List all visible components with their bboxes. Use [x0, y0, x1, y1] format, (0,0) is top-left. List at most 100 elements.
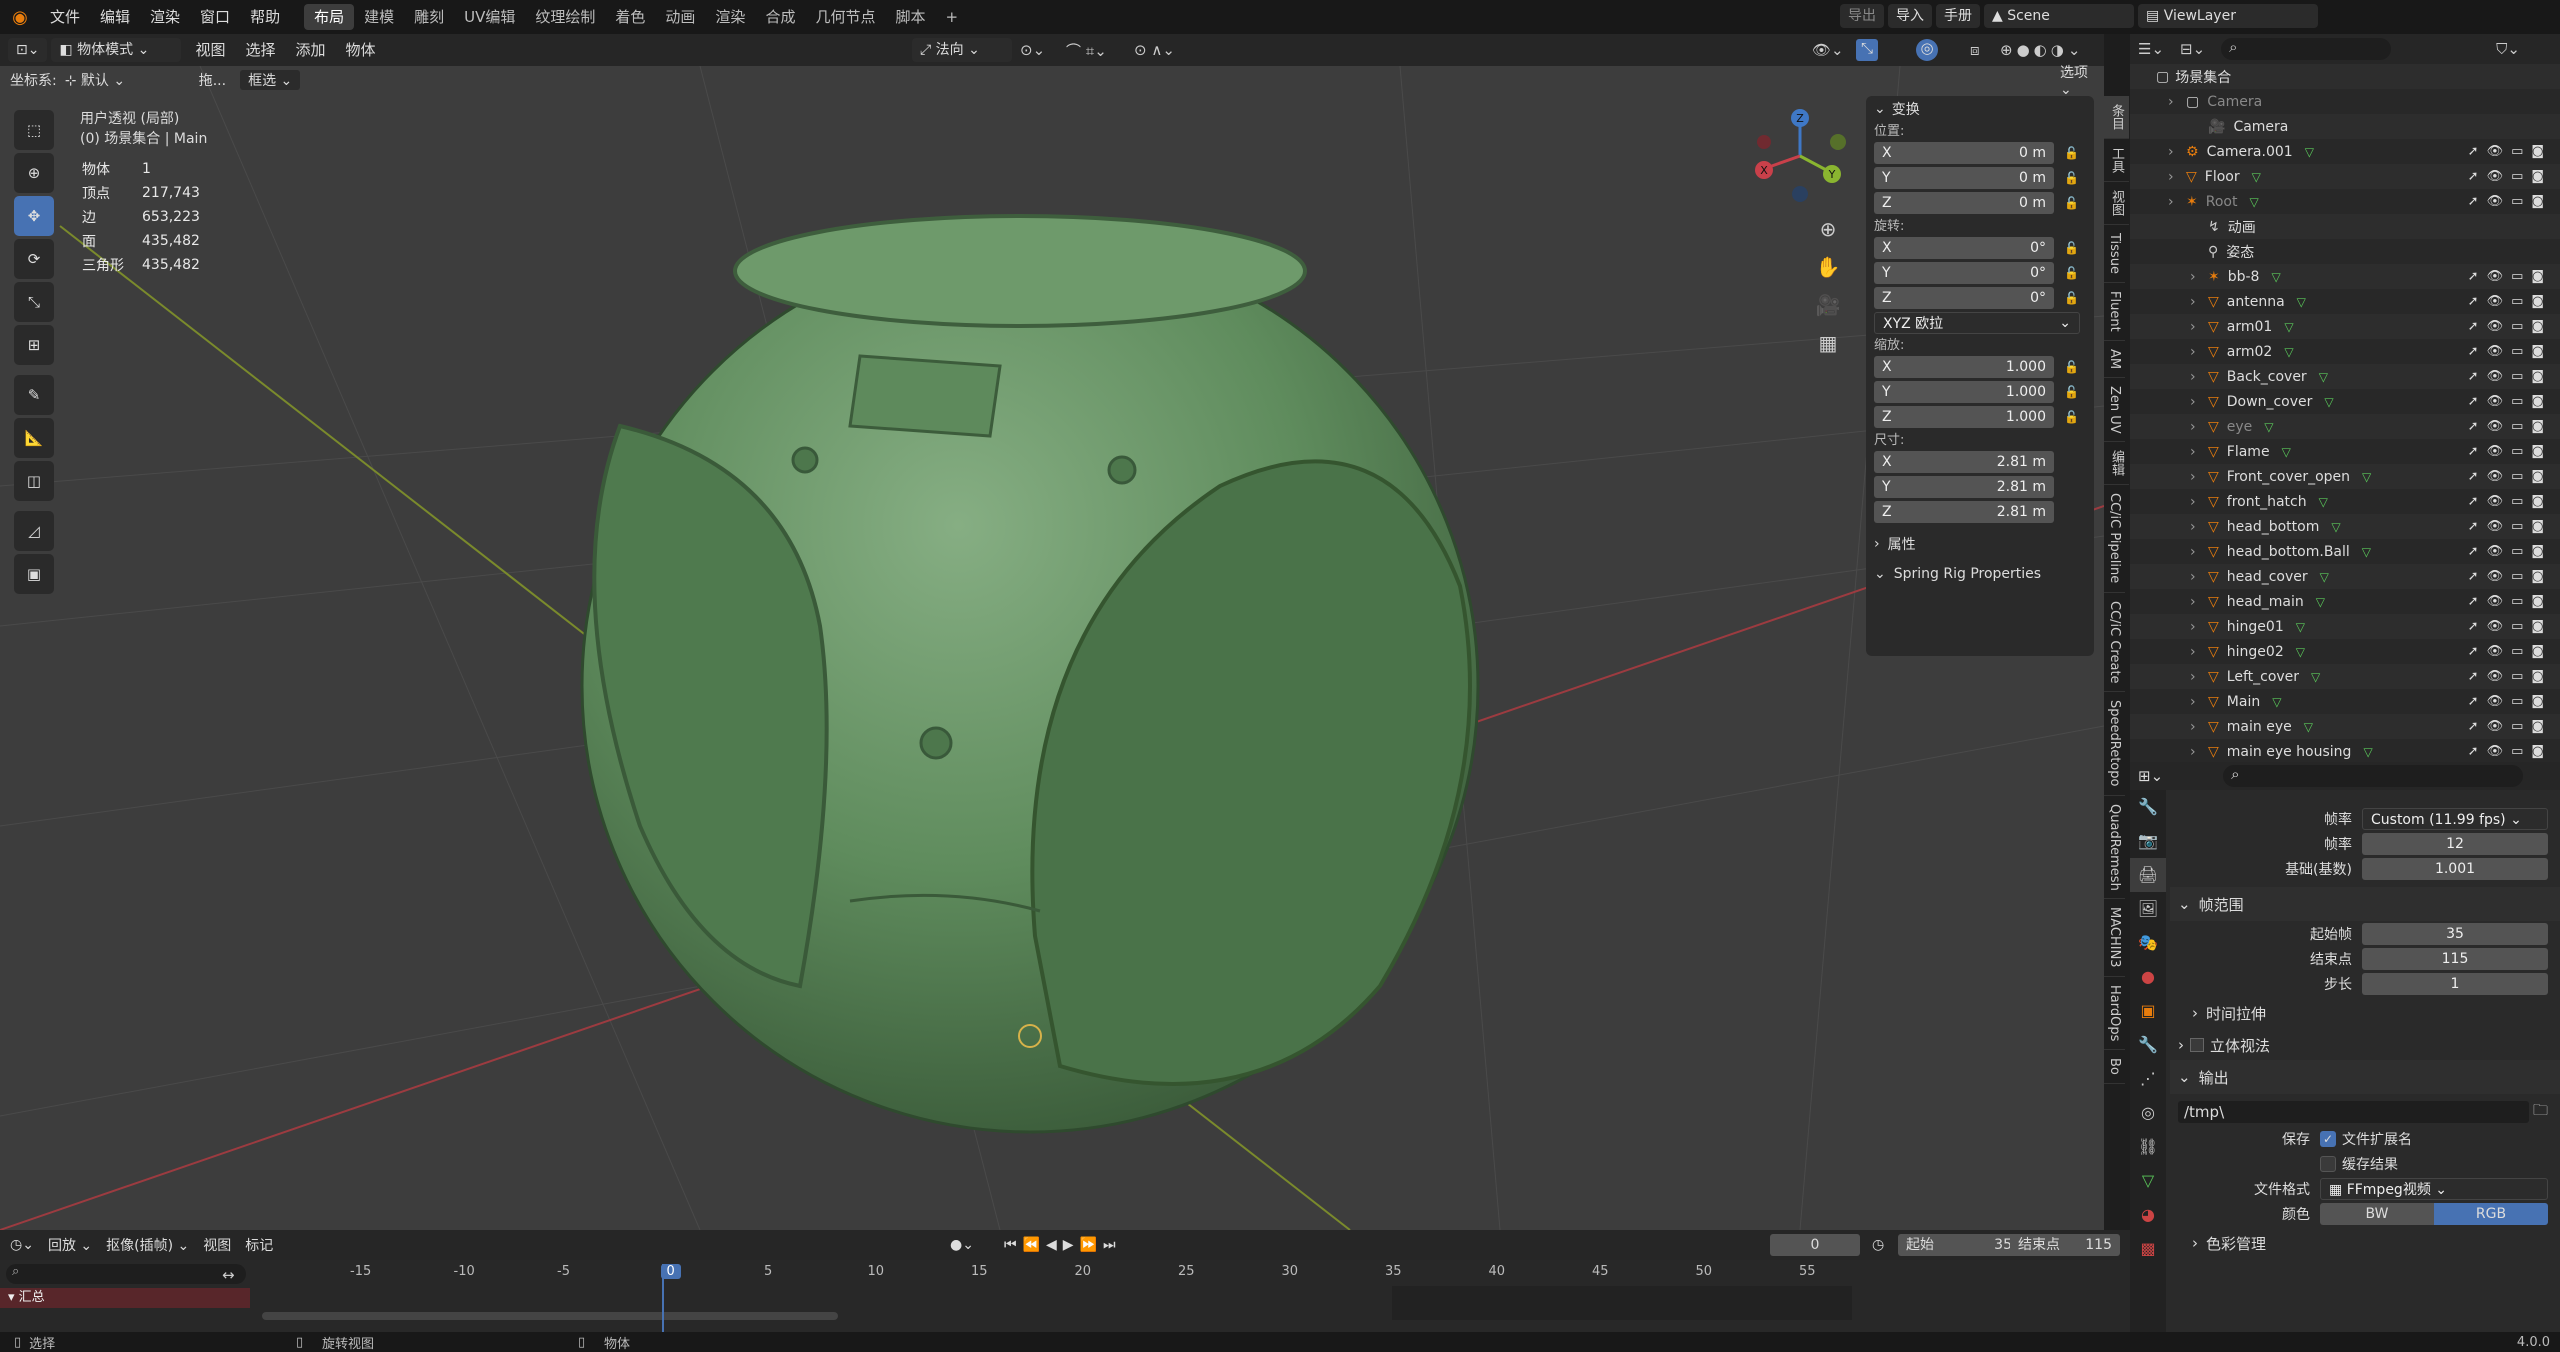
sidebar-tab[interactable]: Zen UV [2104, 378, 2125, 443]
select-arrow-icon[interactable]: ➚ [2468, 669, 2487, 684]
sidebar-tab[interactable]: 条目 [2104, 96, 2129, 139]
select-arrow-icon[interactable]: ➚ [2468, 694, 2487, 709]
camera-render-icon[interactable]: ◙ [2531, 744, 2552, 759]
output-title[interactable]: 输出 [2199, 1067, 2229, 1088]
monitor-icon[interactable]: ▭ [2511, 144, 2531, 159]
select-arrow-icon[interactable]: ➚ [2468, 719, 2487, 734]
monitor-icon[interactable]: ▭ [2511, 344, 2531, 359]
drag-dropdown[interactable]: 拖... [199, 70, 226, 90]
expand-arrow-icon[interactable]: › [2190, 594, 2204, 610]
workspace-tab[interactable]: 脚本 [885, 4, 935, 30]
eye-icon[interactable]: 👁 [2487, 469, 2512, 484]
editor-type-icon[interactable]: ⊡⌄ [8, 38, 48, 62]
eye-icon[interactable]: 👁 [2487, 369, 2512, 384]
select-arrow-icon[interactable]: ➚ [2468, 594, 2487, 609]
sidebar-tab[interactable]: Bo [2104, 1050, 2125, 1085]
scale-field[interactable]: X 1.000 [1874, 356, 2054, 378]
monitor-icon[interactable]: ▭ [2511, 669, 2531, 684]
workspace-tab[interactable]: 动画 [655, 4, 705, 30]
camera-render-icon[interactable]: ◙ [2531, 494, 2552, 509]
camera-render-icon[interactable]: ◙ [2531, 294, 2552, 309]
lock-icon[interactable]: 🔓 [2064, 360, 2079, 374]
eye-icon[interactable]: 👁 [2487, 594, 2512, 609]
expand-arrow-icon[interactable]: › [2190, 744, 2204, 760]
outliner-row[interactable]: › ▽ Floor ➚👁▭◙ ▽ [2130, 164, 2560, 189]
monitor-icon[interactable]: ▭ [2511, 294, 2531, 309]
outliner-row[interactable]: › ▽ hinge02 ➚👁▭◙ ▽ [2130, 639, 2560, 664]
lock-icon[interactable]: 🔓 [2064, 241, 2079, 255]
monitor-icon[interactable]: ▭ [2511, 419, 2531, 434]
3d-viewport[interactable]: ⬚ ⊕ ✥ ⟳ ⤡ ⊞ ✎ 📐 ◫ ◿ ▣ 用户透视 (局部) (0) 场景集合… [0, 66, 2104, 1230]
rotate-tool-icon[interactable]: ⟳ [14, 239, 54, 279]
camera-render-icon[interactable]: ◙ [2531, 519, 2552, 534]
output-path-field[interactable]: /tmp\ [2178, 1101, 2529, 1123]
expand-arrow-icon[interactable]: › [2190, 294, 2204, 310]
pan-hand-icon[interactable]: ✋ [1812, 248, 1844, 286]
timeline-marker-menu[interactable]: 标记 [245, 1235, 273, 1255]
eye-icon[interactable]: 👁 [2487, 269, 2512, 284]
expand-arrow-icon[interactable]: › [2192, 1004, 2198, 1022]
location-field[interactable]: X 0 m [1874, 142, 2054, 164]
proportional-edit-icon[interactable]: ⊙ ∧⌄ [1134, 41, 1175, 59]
workspace-tab[interactable]: 着色 [605, 4, 655, 30]
shading-modes[interactable]: ⊕●◐◑⌄ [2000, 41, 2084, 59]
record-icon[interactable]: ●⌄ [950, 1237, 974, 1253]
camera-render-icon[interactable]: ◙ [2531, 269, 2552, 284]
end-frame-field[interactable]: 115 [2362, 947, 2548, 970]
workspace-tab[interactable]: 几何节点 [805, 4, 885, 30]
blender-logo-icon[interactable]: ◉ [0, 7, 40, 28]
visibility-icon[interactable]: 👁⌄ [1812, 41, 1844, 59]
monitor-icon[interactable]: ▭ [2511, 269, 2531, 284]
manual-button[interactable]: 手册 [1936, 4, 1980, 28]
viewport-menu-item[interactable]: 选择 [235, 33, 285, 67]
viewlayer-selector[interactable]: ▤ ViewLayer [2138, 4, 2318, 28]
transform-title[interactable]: 变换 [1892, 99, 1920, 119]
outliner-row[interactable]: › ▽ front_hatch ➚👁▭◙ ▽ [2130, 489, 2560, 514]
workspace-tab[interactable]: UV编辑 [454, 4, 525, 30]
select-arrow-icon[interactable]: ➚ [2468, 294, 2487, 309]
base-field[interactable]: 1.001 [2362, 857, 2548, 880]
monitor-icon[interactable]: ▭ [2511, 744, 2531, 759]
select-arrow-icon[interactable]: ➚ [2468, 494, 2487, 509]
expand-arrow-icon[interactable]: › [2190, 694, 2204, 710]
expand-arrow-icon[interactable]: › [2190, 269, 2204, 285]
rotation-mode-dropdown[interactable]: XYZ 欧拉 ⌄ [1874, 312, 2080, 334]
select-arrow-icon[interactable]: ➚ [2468, 194, 2487, 209]
monitor-icon[interactable]: ▭ [2511, 169, 2531, 184]
workspace-tab[interactable]: 合成 [755, 4, 805, 30]
coord-system-dropdown[interactable]: ⊹ 默认 ⌄ [65, 70, 185, 90]
modifier-tab-icon[interactable]: 🔧 [2130, 1028, 2166, 1062]
outliner-row[interactable]: › ▽ Left_cover ➚👁▭◙ ▽ [2130, 664, 2560, 689]
texture-tab-icon[interactable]: ▩ [2130, 1232, 2166, 1266]
eye-icon[interactable]: 👁 [2487, 744, 2512, 759]
eye-icon[interactable]: 👁 [2487, 569, 2512, 584]
expand-arrow-icon[interactable]: › [2190, 444, 2204, 460]
collapse-arrow-icon[interactable]: ⌄ [1874, 566, 1886, 582]
collapse-arrow-icon[interactable]: ⌄ [1874, 101, 1886, 117]
outliner-row[interactable]: › ▽ head_bottom.Ball ➚👁▭◙ ▽ [2130, 539, 2560, 564]
outliner-row[interactable]: › ▽ Back_cover ➚👁▭◙ ▽ [2130, 364, 2560, 389]
timeline-view-menu[interactable]: 视图 [203, 1235, 231, 1255]
step-field[interactable]: 1 [2362, 972, 2548, 995]
outliner-row[interactable]: › ▽ head_bottom ➚👁▭◙ ▽ [2130, 514, 2560, 539]
camera-render-icon[interactable]: ◙ [2531, 469, 2552, 484]
frame-rate-dropdown[interactable]: Custom (11.99 fps) ⌄ [2362, 807, 2548, 830]
workspace-tab[interactable]: 布局 [304, 4, 355, 30]
sidebar-tab[interactable]: 工具 [2104, 139, 2129, 182]
current-frame-field[interactable]: 0 [1770, 1234, 1860, 1256]
menu-item[interactable]: 帮助 [240, 0, 290, 34]
outliner-row[interactable]: › ▽ Down_cover ➚👁▭◙ ▽ [2130, 389, 2560, 414]
collapse-arrow-icon[interactable]: ⌄ [2178, 1068, 2191, 1086]
sidebar-tab[interactable]: SpeedRetopo [2104, 692, 2125, 796]
lock-icon[interactable]: 🔓 [2064, 196, 2079, 210]
sidebar-tab[interactable]: CC/iC Create [2104, 593, 2125, 693]
monitor-icon[interactable]: ▭ [2511, 369, 2531, 384]
select-arrow-icon[interactable]: ➚ [2468, 519, 2487, 534]
sidebar-tab[interactable]: 视图 [2104, 182, 2129, 225]
timeline-scrollbar[interactable] [262, 1312, 838, 1320]
outliner-row[interactable]: ⚲ 姿态 [2130, 239, 2560, 264]
select-arrow-icon[interactable]: ➚ [2468, 144, 2487, 159]
scene-tab-icon[interactable]: 🎭 [2130, 926, 2166, 960]
stereo-subpanel[interactable]: 立体视法 [2210, 1035, 2270, 1056]
select-arrow-icon[interactable]: ➚ [2468, 469, 2487, 484]
